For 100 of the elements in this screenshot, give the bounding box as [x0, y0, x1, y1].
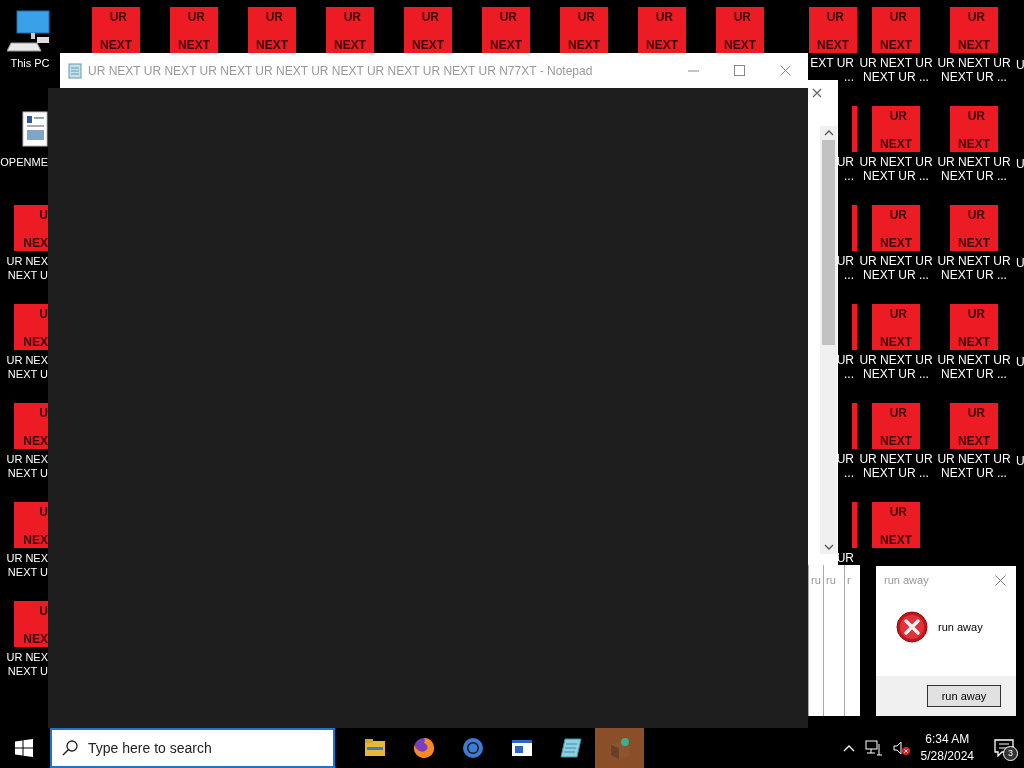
icon-label: UR NEX NEXT U — [6, 650, 48, 678]
icon-glyph-text: UR — [967, 406, 985, 420]
icon-glyph-text: UR — [889, 505, 907, 519]
icon-label: UR NEXT UR NEXT UR ... — [937, 56, 1011, 84]
icon-glyph-text: NEX — [23, 236, 48, 250]
app-icon[interactable]: UR NEXT — [170, 7, 218, 53]
close-icon[interactable] — [995, 574, 1006, 586]
icon-label: UR NEXT UR NEXT UR ... — [937, 155, 1011, 183]
icon-glyph-text: UR — [967, 208, 985, 222]
icon-label: UR ... — [836, 155, 854, 183]
app-icon[interactable]: UR NEXT — [872, 403, 920, 449]
icon-label: UR ... — [836, 452, 854, 480]
app-icon[interactable]: U NEX — [14, 601, 48, 647]
icon-glyph-text: NEX — [23, 434, 48, 448]
icon-glyph-text: U — [39, 505, 48, 519]
icon-glyph-text: NEXT — [957, 236, 991, 250]
windows-logo-icon — [15, 739, 33, 757]
app-icon[interactable]: UR NEXT — [560, 7, 608, 53]
icon-glyph-text: UR — [967, 307, 985, 321]
app-icon[interactable]: UR NEXT — [872, 502, 920, 548]
icon-glyph-text: U — [39, 208, 48, 222]
icon-label: UR NEX NEXT U — [6, 254, 48, 282]
icon-glyph-text: NEX — [23, 632, 48, 646]
run-away-button[interactable]: run away — [927, 685, 1001, 707]
app-icon[interactable]: UR NEXT — [482, 7, 530, 53]
document-icon[interactable] — [22, 111, 48, 147]
app-icon[interactable]: UR NEXT — [326, 7, 374, 53]
icon-glyph-text: NEXT — [879, 38, 913, 52]
icon-glyph-text: NEXT — [723, 38, 757, 52]
icon-label: UR NEXT UR NEXT UR ... — [859, 452, 933, 480]
clock-button[interactable]: 6:34 AM 5/28/2024 — [920, 731, 974, 765]
app-icon[interactable]: UR NEXT — [950, 304, 998, 350]
scrollbar-thumb[interactable] — [822, 140, 835, 345]
app-icon[interactable]: UR NEXT — [950, 205, 998, 251]
icon-glyph-text: NEX — [23, 335, 48, 349]
search-bar[interactable]: Type here to search — [50, 728, 335, 768]
search-field[interactable]: Type here to search — [88, 740, 318, 756]
app-icon[interactable]: U NEX — [14, 304, 48, 350]
app-icon[interactable]: UR NEXT — [248, 7, 296, 53]
icon-label: UR NEX NEXT U — [6, 551, 48, 579]
icon-label: UR NEXT UR NEXT UR ... — [937, 353, 1011, 381]
app-icon[interactable]: UR NEXT — [950, 106, 998, 152]
dialog-title: ru — [811, 574, 821, 586]
close-icon[interactable] — [812, 88, 822, 98]
app-icon[interactable]: U NEX — [14, 205, 48, 251]
maximize-icon — [733, 65, 745, 76]
icon-glyph-text: NEX — [23, 533, 48, 547]
icon-glyph-text: UR — [733, 10, 751, 24]
app-icon[interactable]: UR NEXT — [404, 7, 452, 53]
app-icon[interactable]: UR NEXT — [872, 7, 920, 53]
app-icon[interactable]: UR NEXT — [809, 7, 857, 53]
icon-glyph-text: NEXT — [957, 137, 991, 151]
icon-label: This PC — [10, 56, 50, 70]
app-icon[interactable]: UR NEXT — [716, 7, 764, 53]
app-icon[interactable]: UR NEXT — [950, 403, 998, 449]
clock-date: 5/28/2024 — [920, 748, 974, 765]
dialog-title: ru — [826, 574, 836, 586]
icon-label: UR NEXT UR NEXT UR ... — [859, 155, 933, 183]
icon-glyph-text: UR — [889, 109, 907, 123]
icon-glyph-text: U — [39, 604, 48, 618]
computer-icon[interactable] — [7, 7, 53, 53]
app-icon[interactable]: UR NEXT — [950, 7, 998, 53]
notepad-icon — [558, 736, 583, 760]
icon-glyph-text: UR — [109, 10, 127, 24]
scrollbar[interactable] — [820, 126, 837, 554]
scroll-up-icon[interactable] — [823, 129, 834, 137]
notifications-button[interactable]: 3 — [984, 728, 1024, 768]
icon-glyph-text: NEXT — [645, 38, 679, 52]
chat-bubble-icon — [994, 739, 1014, 757]
icon-glyph-text: UR — [577, 10, 595, 24]
app-icon[interactable]: U NEX — [14, 502, 48, 548]
icon-label: UR NEX NEXT U — [6, 353, 48, 381]
icon-glyph-text: NEXT — [879, 434, 913, 448]
window-title: UR NEXT UR NEXT UR NEXT UR NEXT UR NEXT UR NEXT UR NEXT UR N77XT - Notepad — [88, 63, 593, 78]
icon-glyph-text: UR — [187, 10, 205, 24]
app-icon[interactable]: UR NEXT — [872, 205, 920, 251]
icon-glyph-text: NEXT — [879, 236, 913, 250]
icon-glyph-text: UR — [889, 406, 907, 420]
icon-label: UR NEXT UR NEXT UR ... — [859, 56, 933, 84]
app-icon[interactable]: UR NEXT — [92, 7, 140, 53]
scroll-down-icon[interactable] — [823, 543, 834, 551]
icon-glyph-text: U — [39, 307, 48, 321]
icon-glyph-text: NEXT — [567, 38, 601, 52]
icon-glyph-text: UR — [655, 10, 673, 24]
icon-label: UR ... — [836, 254, 854, 282]
icon-glyph-text: UR — [967, 10, 985, 24]
close-icon — [779, 65, 791, 76]
app-icon[interactable]: UR NEXT — [638, 7, 686, 53]
app-icon[interactable]: UR NEXT — [872, 106, 920, 152]
volume-muted-icon[interactable] — [892, 740, 911, 756]
icon-glyph-text: NEXT — [879, 533, 913, 547]
chevron-up-icon[interactable] — [842, 744, 855, 752]
icon-label: UR ... — [836, 353, 854, 381]
app-icon[interactable]: UR NEXT — [872, 304, 920, 350]
icon-glyph-text: UR — [889, 208, 907, 222]
icon-glyph-text: NEXT — [333, 38, 367, 52]
icon-label: U — [1016, 454, 1024, 468]
icon-glyph-text: U — [39, 406, 48, 420]
network-icon[interactable] — [864, 740, 883, 756]
app-icon[interactable]: U NEX — [14, 403, 48, 449]
